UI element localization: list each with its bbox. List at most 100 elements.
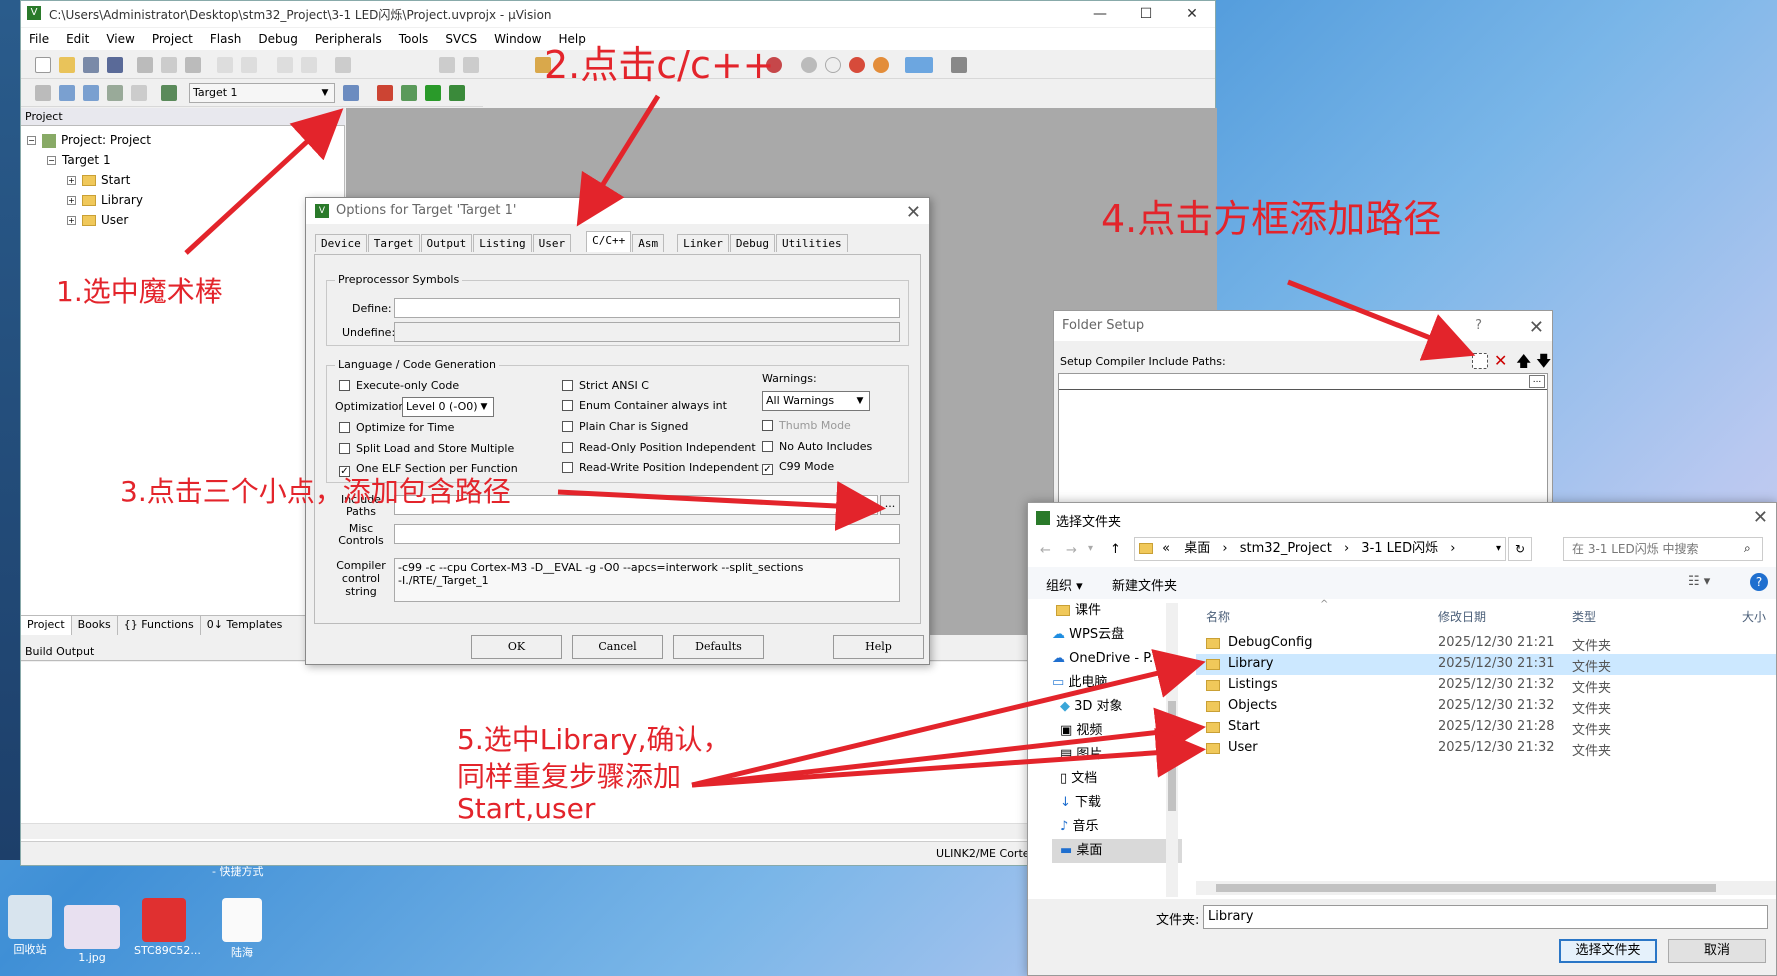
nav-item-downloads[interactable]: ↓ 下载	[1052, 791, 1182, 815]
tab-functions[interactable]: {} Functions	[118, 616, 201, 635]
nav-item-3d[interactable]: ◆ 3D 对象	[1052, 695, 1182, 719]
search-input[interactable]: 在 3-1 LED闪烁 中搜索	[1563, 537, 1763, 561]
undo-icon[interactable]	[217, 57, 233, 73]
bookmark-icon[interactable]	[335, 57, 351, 73]
sidebar-scrollbar[interactable]	[1166, 603, 1178, 897]
nav-item-documents[interactable]: ▯ 文档	[1052, 767, 1182, 791]
nav-item-desktop[interactable]: ▬ 桌面	[1052, 839, 1182, 863]
address-dropdown-icon[interactable]: ▾	[1496, 538, 1501, 560]
tab-books[interactable]: Books	[72, 616, 118, 635]
desktop-icon-recycle-bin[interactable]: 回收站	[0, 895, 60, 957]
tab-templates[interactable]: 0↓ Templates	[201, 616, 289, 635]
nav-item-wps[interactable]: ☁ WPS云盘	[1052, 623, 1182, 647]
tab-output[interactable]: Output	[420, 234, 473, 252]
download-icon[interactable]	[161, 85, 177, 101]
window-layout-icon[interactable]	[905, 57, 933, 73]
close-icon[interactable]: ✕	[1753, 507, 1768, 528]
execute-only-checkbox[interactable]: Execute-only Code	[339, 379, 459, 392]
delete-path-icon[interactable]: ✕	[1494, 351, 1507, 370]
open-file-icon[interactable]	[59, 57, 75, 73]
target-select[interactable]: Target 1 ▼	[189, 83, 335, 103]
help-button[interactable]: Help	[833, 635, 924, 659]
menu-edit[interactable]: Edit	[66, 32, 89, 46]
rw-pos-checkbox[interactable]: Read-Write Position Independent	[562, 461, 759, 474]
tree-group-user[interactable]: + User	[27, 210, 151, 230]
tab-user[interactable]: User	[532, 234, 572, 252]
indent-icon[interactable]	[439, 57, 455, 73]
scrollbar-thumb[interactable]	[1216, 884, 1716, 892]
back-arrow-icon[interactable]: ←	[1040, 543, 1051, 558]
list-item[interactable]: Listings 2025/12/30 21:32 文件夹	[1196, 675, 1776, 696]
kill-breakpoints-icon[interactable]	[873, 57, 889, 73]
list-item[interactable]: DebugConfig 2025/12/30 21:21 文件夹	[1196, 633, 1776, 654]
tab-target[interactable]: Target	[367, 234, 420, 252]
new-path-icon[interactable]	[1472, 353, 1488, 369]
nav-item-onedrive[interactable]: ☁ OneDrive - P...	[1052, 647, 1182, 671]
up-arrow-icon[interactable]: ↑	[1110, 542, 1121, 557]
pack-installer-icon[interactable]	[449, 85, 465, 101]
maximize-button[interactable]: ☐	[1123, 1, 1169, 27]
no-auto-includes-checkbox[interactable]: No Auto Includes	[762, 440, 872, 453]
paste-icon[interactable]	[185, 57, 201, 73]
nav-forward-icon[interactable]	[301, 57, 317, 73]
nav-item-music[interactable]: ♪ 音乐	[1052, 815, 1182, 839]
menu-svcs[interactable]: SVCS	[445, 32, 477, 46]
help-icon[interactable]: ?	[1475, 311, 1482, 341]
clear-breakpoints-icon[interactable]	[849, 57, 865, 73]
folder-field-input[interactable]: Library	[1203, 905, 1768, 929]
tree-root[interactable]: − Project: Project	[27, 130, 151, 150]
expand-icon[interactable]: +	[67, 216, 76, 225]
debug-start-icon[interactable]	[801, 57, 817, 73]
define-input[interactable]	[394, 298, 900, 318]
column-date[interactable]: 修改日期	[1438, 608, 1486, 625]
path-browse-button[interactable]: ...	[1529, 375, 1545, 388]
cancel-button[interactable]: Cancel	[572, 635, 663, 659]
scrollbar-thumb[interactable]	[1168, 701, 1176, 811]
nav-item-thispc[interactable]: ▭ 此电脑	[1052, 671, 1182, 695]
list-item-selected[interactable]: Library 2025/12/30 21:31 文件夹	[1196, 654, 1776, 675]
column-size[interactable]: 大小	[1742, 608, 1766, 625]
defaults-button[interactable]: Defaults	[673, 635, 764, 659]
column-name[interactable]: 名称	[1206, 608, 1230, 625]
tree-target[interactable]: − Target 1	[27, 150, 151, 170]
path-edit-row[interactable]	[1059, 374, 1547, 390]
configure-icon[interactable]	[951, 57, 967, 73]
translate-icon[interactable]	[35, 85, 51, 101]
cancel-button[interactable]: 取消	[1668, 939, 1766, 963]
breadcrumb-overflow[interactable]: «	[1162, 541, 1170, 556]
tab-cpp[interactable]: C/C++	[586, 231, 632, 252]
menu-window[interactable]: Window	[494, 32, 541, 46]
tree-group-start[interactable]: + Start	[27, 170, 151, 190]
enum-container-checkbox[interactable]: Enum Container always int	[562, 399, 727, 412]
cut-icon[interactable]	[137, 57, 153, 73]
copy-icon[interactable]	[161, 57, 177, 73]
redo-icon[interactable]	[241, 57, 257, 73]
refresh-button[interactable]: ↻	[1508, 537, 1532, 561]
build-icon[interactable]	[59, 85, 75, 101]
list-item[interactable]: Objects 2025/12/30 21:32 文件夹	[1196, 696, 1776, 717]
minimize-button[interactable]: —	[1077, 1, 1123, 27]
breadcrumb-desktop[interactable]: 桌面	[1184, 541, 1210, 556]
address-bar[interactable]: « 桌面 › stm32_Project › 3-1 LED闪烁 › ▾	[1134, 537, 1506, 561]
ro-pos-checkbox[interactable]: Read-Only Position Independent	[562, 441, 756, 454]
stop-build-icon[interactable]	[131, 85, 147, 101]
nav-item-video[interactable]: ▣ 视频	[1052, 719, 1182, 743]
tab-debug[interactable]: Debug	[729, 234, 775, 252]
tab-device[interactable]: Device	[315, 234, 367, 252]
column-type[interactable]: 类型	[1572, 608, 1596, 625]
expand-icon[interactable]: +	[67, 176, 76, 185]
plain-char-checkbox[interactable]: Plain Char is Signed	[562, 420, 688, 433]
batch-build-icon[interactable]	[107, 85, 123, 101]
view-options-icon[interactable]: ☷ ▾	[1688, 574, 1710, 589]
menu-peripherals[interactable]: Peripherals	[315, 32, 382, 46]
breadcrumb-project[interactable]: stm32_Project	[1240, 541, 1332, 556]
split-load-checkbox[interactable]: Split Load and Store Multiple	[339, 442, 514, 455]
save-all-icon[interactable]	[107, 57, 123, 73]
collapse-icon[interactable]: −	[27, 136, 36, 145]
tab-asm[interactable]: Asm	[632, 234, 665, 252]
forward-arrow-icon[interactable]: →	[1066, 543, 1077, 558]
desktop-icon-pdf[interactable]: STC89C52...	[134, 898, 201, 957]
desktop-icon-file[interactable]: 陆海	[212, 898, 272, 960]
misc-controls-input[interactable]	[394, 524, 900, 544]
rebuild-icon[interactable]	[83, 85, 99, 101]
